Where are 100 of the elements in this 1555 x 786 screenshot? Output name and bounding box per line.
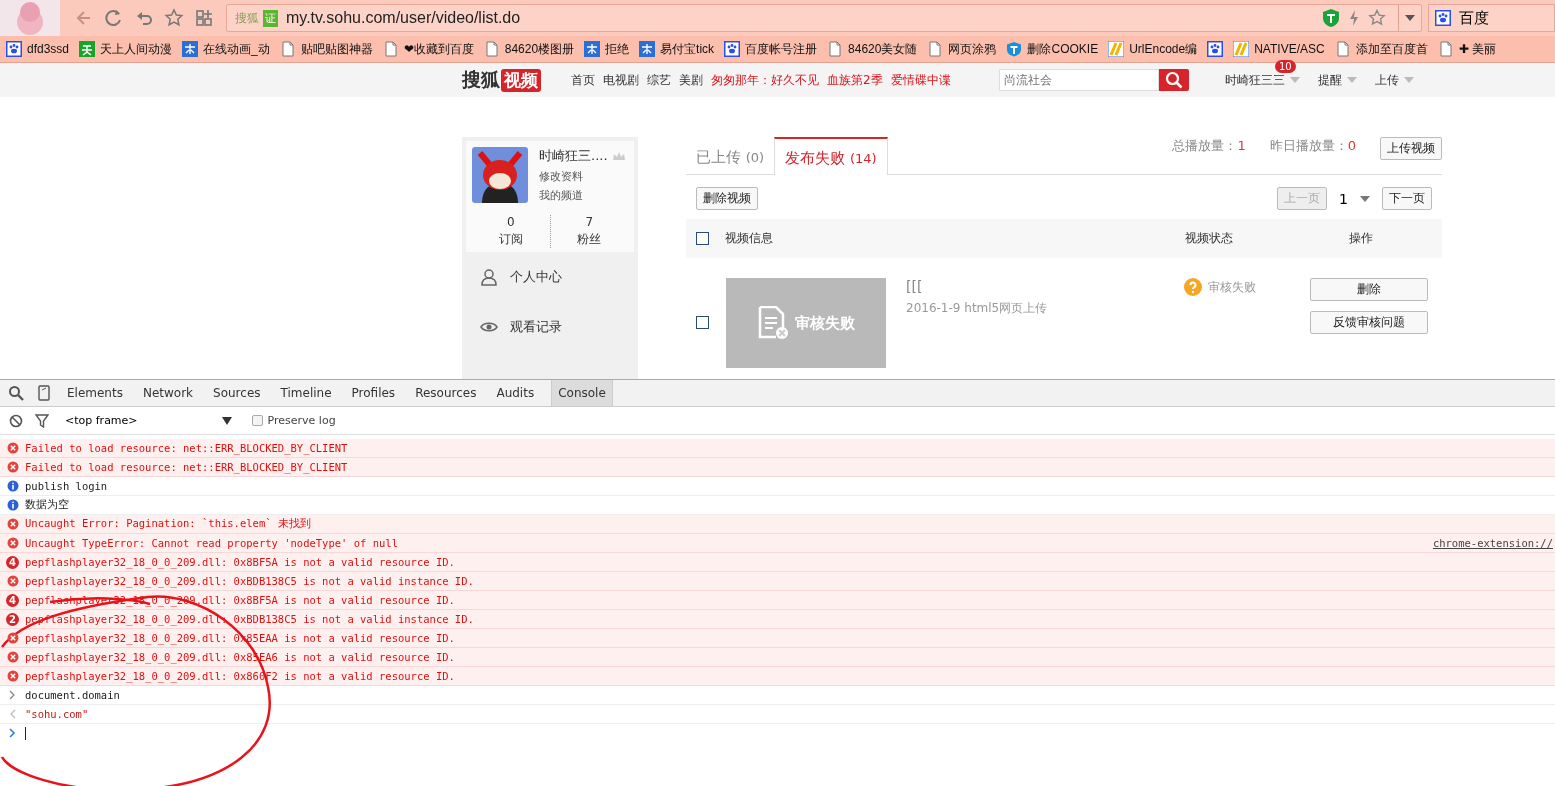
caret-icon	[221, 416, 232, 425]
log-message: Failed to load resource: net::ERR_BLOCKED_BY_CLIENT	[25, 461, 348, 473]
bookmark-item[interactable]: 删除COOKIE	[1006, 40, 1099, 58]
clear-icon[interactable]	[9, 413, 23, 428]
search-icon[interactable]	[8, 385, 24, 401]
bookmark-item[interactable]: 百度帐号注册	[724, 40, 818, 58]
devtools-tab[interactable]: Network	[139, 380, 197, 406]
action-button[interactable]: 删除	[1310, 278, 1428, 301]
tab[interactable]: 已上传 (0)	[686, 138, 775, 174]
action-button[interactable]: 反馈审核问题	[1310, 311, 1428, 334]
bookmark-item[interactable]: 易付宝tick	[639, 40, 715, 58]
devtools-tab[interactable]: Elements	[64, 380, 126, 406]
status-text: 审核失败	[1208, 278, 1256, 296]
bookmark-item[interactable]: NATIVE/ASC	[1233, 41, 1325, 57]
bookmark-item[interactable]: dfd3ssd	[6, 41, 70, 57]
bookmark-icon	[79, 41, 96, 57]
reload-icon[interactable]	[104, 8, 124, 28]
error-icon	[7, 651, 19, 663]
bookmark-item[interactable]: 天上人间动漫	[79, 40, 173, 58]
checkbox[interactable]	[251, 415, 263, 426]
avatar-icon	[0, 0, 60, 36]
nav-link[interactable]: 匆匆那年：好久不见	[711, 71, 819, 89]
page-icon	[827, 41, 844, 57]
tab[interactable]: 发布失败 (14)	[774, 137, 888, 175]
log-message: Failed to load resource: net::ERR_BLOCKED_BY_CLIENT	[25, 442, 348, 454]
video-meta: 2016-1-9 html5网页上传	[906, 300, 1049, 317]
delete-video-button[interactable]: 删除视频	[696, 187, 758, 210]
profile-link[interactable]: 修改资料	[539, 169, 626, 184]
search-field[interactable]: 尚流社会	[998, 69, 1159, 91]
phone-icon[interactable]	[38, 385, 50, 401]
page-select[interactable]: 1	[1339, 190, 1370, 207]
devtools-tab[interactable]: Profiles	[348, 380, 399, 406]
caret-icon	[1289, 77, 1300, 83]
repeat-count-badge: 4	[6, 555, 19, 569]
shield-icon	[1006, 41, 1023, 57]
question-icon	[1184, 278, 1202, 296]
log-message: Uncaught TypeError: Cannot read property 'nodeType' of null	[25, 537, 398, 549]
paw-icon	[1435, 10, 1451, 26]
search-engine-field[interactable]: 百度	[1428, 4, 1555, 32]
error-icon	[7, 670, 19, 682]
profile-link[interactable]: 我的频道	[539, 188, 626, 203]
repeat-count-badge: 2	[6, 612, 19, 626]
error-icon	[7, 575, 19, 587]
bookmark-icon	[1108, 41, 1125, 57]
frame-select[interactable]: <top frame>	[65, 414, 232, 427]
source-link[interactable]: chrome-extension://	[1432, 537, 1555, 549]
star-icon	[1368, 9, 1386, 27]
nav-link[interactable]: 电视剧	[603, 71, 639, 89]
search-engine-label: 百度	[1459, 8, 1489, 28]
bookmark-item[interactable]: 贴吧贴图神器	[279, 40, 373, 58]
play-count: 昨日播放量：0	[1269, 137, 1356, 155]
bookmark-item[interactable]: 在线动画_动	[182, 40, 270, 58]
filter-icon[interactable]	[35, 413, 49, 428]
repeat-count-badge: 4	[6, 593, 19, 607]
column-header: 操作	[1349, 230, 1373, 247]
paw-icon[interactable]	[1207, 41, 1224, 57]
menu-button[interactable]: 上传	[1374, 71, 1414, 89]
nav-link[interactable]: 首页	[571, 71, 595, 89]
nav-link[interactable]: 爱情碟中谍	[890, 71, 951, 89]
sidebar-item[interactable]: 观看记录	[466, 302, 634, 352]
nav-link[interactable]: 美剧	[679, 71, 703, 89]
search-button[interactable]	[1158, 69, 1189, 91]
devtools-tab[interactable]: Timeline	[277, 380, 335, 406]
next-page-button[interactable]: 下一页	[1382, 187, 1432, 210]
bookmark-item[interactable]: 网页涂鸦	[927, 40, 997, 58]
devtools-tab[interactable]: Console	[551, 380, 613, 406]
checkbox[interactable]	[696, 316, 709, 329]
checkbox[interactable]	[696, 232, 709, 245]
bookmark-item[interactable]: 添加至百度首	[1334, 40, 1428, 58]
upload-button[interactable]: 上传视频	[1380, 137, 1442, 160]
paw-icon	[6, 41, 22, 57]
bookmark-item[interactable]: UrlEncode编	[1108, 40, 1198, 58]
column-header: 视频信息	[725, 230, 774, 247]
bookmark-item[interactable]: 拒绝	[584, 40, 630, 58]
address-bar[interactable]: 搜狐 证 my.tv.sohu.com/user/video/list.do	[226, 4, 1422, 32]
bookmark-icon	[182, 41, 199, 57]
grid-icon[interactable]	[194, 8, 214, 28]
bookmark-item[interactable]: ✚ 美丽	[1437, 40, 1496, 58]
logo-text[interactable]: 搜狐	[462, 67, 500, 93]
bookmark-item[interactable]: ❤收藏到百度	[382, 40, 474, 58]
star-icon[interactable]	[164, 8, 184, 28]
menu-button[interactable]: 提醒	[1317, 71, 1357, 89]
video-title[interactable]: [[[	[906, 278, 1184, 294]
log-message: "sohu.com"	[25, 708, 89, 720]
nav-link[interactable]: 综艺	[647, 71, 671, 89]
nav-link[interactable]: 血族第2季	[827, 71, 883, 89]
log-message: publish login	[25, 480, 108, 492]
error-icon	[7, 461, 19, 473]
sidebar-item[interactable]: 个人中心	[466, 252, 634, 302]
page-icon	[483, 41, 500, 57]
user-menu[interactable]: 时崎狂三三	[1224, 71, 1300, 89]
stat-label: 订阅	[497, 231, 524, 248]
logo-badge[interactable]: 视频	[501, 68, 541, 92]
devtools-tab[interactable]: Resources	[412, 380, 480, 406]
error-icon	[7, 632, 19, 644]
devtools-tab[interactable]: Sources	[210, 380, 264, 406]
bookmark-item[interactable]: 84620美女随	[827, 40, 918, 58]
devtools-tab[interactable]: Audits	[493, 380, 538, 406]
bookmark-item[interactable]: 84620楼图册	[483, 40, 575, 58]
user-name[interactable]: 时崎狂三....	[539, 147, 608, 165]
